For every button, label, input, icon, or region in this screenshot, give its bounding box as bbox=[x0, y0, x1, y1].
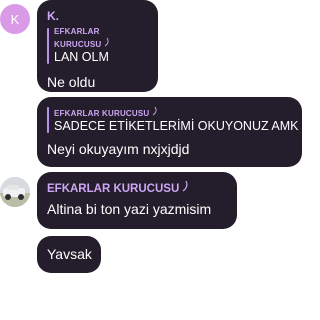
message-bubble[interactable]: EFKARLAR KURUCUSU SADECE ETİKETLERİMİ OK… bbox=[37, 97, 302, 167]
reply-quote[interactable]: EFKARLAR KURUCUSU LAN OLM bbox=[47, 27, 148, 65]
reply-author-name: EFKARLAR KURUCUSU bbox=[54, 109, 150, 118]
sender-name[interactable]: K. bbox=[47, 9, 148, 23]
message-text: Altina bi ton yazi yazmisim bbox=[47, 201, 212, 217]
signature-icon bbox=[104, 37, 109, 47]
message-text: Neyi okuyayım nxjxjdjd bbox=[47, 141, 190, 157]
message-text: Ne oldu bbox=[47, 74, 96, 90]
avatar[interactable] bbox=[0, 177, 30, 207]
reply-text: LAN OLM bbox=[54, 50, 109, 64]
profile-photo bbox=[0, 177, 30, 207]
signature-icon bbox=[183, 180, 189, 192]
message-bubble[interactable]: Yavsak bbox=[37, 236, 101, 273]
message-bubble[interactable]: K. EFKARLAR KURUCUSU LAN OLM Ne oldu bbox=[37, 0, 158, 92]
message-bubble[interactable]: EFKARLAR KURUCUSU Altina bi ton yazi yaz… bbox=[37, 172, 237, 229]
reply-text: SADECE ETİKETLERİMİ OKUYONUZ AMK bbox=[54, 119, 299, 133]
signature-icon bbox=[152, 106, 157, 116]
reply-author-name: EFKARLAR KURUCUSU bbox=[54, 27, 102, 49]
avatar-letter: K bbox=[10, 11, 20, 27]
sender-name[interactable]: EFKARLAR KURUCUSU bbox=[47, 183, 179, 195]
reply-quote[interactable]: EFKARLAR KURUCUSU SADECE ETİKETLERİMİ OK… bbox=[47, 106, 299, 134]
message-text: Yavsak bbox=[47, 246, 92, 262]
avatar[interactable]: K bbox=[0, 4, 30, 34]
